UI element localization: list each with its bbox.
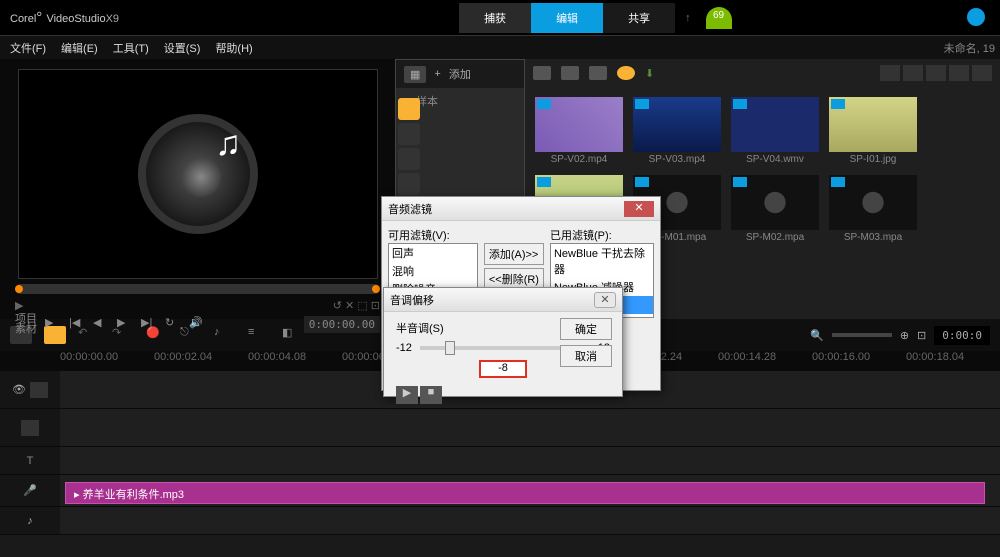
repeat-button[interactable]: ↻ (165, 316, 181, 332)
next-button[interactable]: ▶ (117, 316, 133, 332)
slider-min: -12 (396, 342, 412, 354)
upload-icon[interactable]: ↑ (685, 12, 691, 24)
track-music: ♪ (0, 507, 1000, 535)
menu-bar: 文件(F) 编辑(E) 工具(T) 设置(S) 帮助(H) (0, 35, 1000, 59)
music-note-icon: ♫ (215, 124, 241, 164)
tab-capture[interactable]: 捕获 (459, 3, 531, 33)
preview-viewport[interactable]: ♫ (18, 69, 378, 279)
view-list-icon[interactable] (880, 65, 900, 81)
tab-share[interactable]: 共享 (603, 3, 675, 33)
filter-folder-icon[interactable] (533, 66, 551, 80)
end-button[interactable]: ▶| (141, 316, 157, 332)
available-filters-label: 可用滤镜(V): (388, 227, 478, 243)
ok-button[interactable]: 确定 (560, 318, 612, 340)
app-logo: Corel° VideoStudioX9 (10, 9, 119, 26)
preview-panel: ♫ ▶ ↺ ✕ ⬚ ⊡ 项目 素材 ▶ |◀ ◀ ▶ ▶| ↻ 🔊 0:00:0… (0, 59, 395, 319)
eye-icon[interactable]: 👁 (12, 383, 26, 396)
mark-in-icon[interactable]: ▶ (15, 299, 23, 312)
project-name: 未命名, 19 (944, 40, 995, 56)
stop-preview-icon[interactable]: ■ (420, 386, 442, 404)
title-track-icon[interactable]: T (27, 455, 34, 467)
audio-clip[interactable]: ▸ 养羊业有利条件.mp3 (65, 482, 985, 504)
show-hide-icon[interactable] (949, 65, 969, 81)
add-filter-button[interactable]: 添加(A)>> (484, 243, 544, 265)
music-track-body[interactable] (60, 507, 1000, 534)
close-icon[interactable]: ✕ (624, 201, 654, 217)
add-folder-label[interactable]: 添加 (449, 66, 471, 82)
mode-clip[interactable]: 素材 (15, 324, 37, 334)
play-preview-icon[interactable]: ▶ (396, 386, 418, 404)
filter-video-icon[interactable] (561, 66, 579, 80)
track-voice: 🎤 ▸ 养羊业有利条件.mp3 (0, 475, 1000, 507)
voice-track-body[interactable]: ▸ 养羊业有利条件.mp3 (60, 475, 1000, 506)
menu-edit[interactable]: 编辑(E) (61, 40, 98, 56)
volume-button[interactable]: 🔊 (189, 316, 205, 332)
timeline-timecode[interactable]: 0:00:0 (934, 326, 990, 345)
overlay-track-body[interactable] (60, 409, 1000, 446)
add-folder-icon[interactable]: + (434, 68, 440, 80)
menu-tools[interactable]: 工具(T) (113, 40, 149, 56)
zoom-out-icon[interactable]: 🔍 (810, 329, 824, 342)
home-button[interactable]: |◀ (69, 316, 85, 332)
semitone-value[interactable]: -8 (479, 360, 527, 378)
library-thumb[interactable]: SP-M03.mpa (829, 175, 917, 243)
transport-controls: 项目 素材 ▶ |◀ ◀ ▶ ▶| ↻ 🔊 0:00:00.00 (5, 312, 390, 336)
scrub-bar[interactable] (15, 284, 380, 294)
library-thumb[interactable]: SP-V04.wmv (731, 97, 819, 165)
graphic-tab-icon[interactable] (398, 173, 420, 195)
media-tab-icon[interactable] (398, 98, 420, 120)
library-toolbar: ⬇ (525, 59, 1000, 87)
transition-tab-icon[interactable] (398, 123, 420, 145)
folder-tab-icon[interactable]: ▦ (404, 66, 426, 83)
notification-badge[interactable]: 69 (706, 7, 732, 29)
used-filters-label: 已用滤镜(P): (550, 227, 654, 243)
library-thumb[interactable]: SP-V02.mp4 (535, 97, 623, 165)
zoom-slider[interactable] (832, 333, 892, 337)
globe-icon[interactable] (967, 8, 985, 26)
play-button[interactable]: ▶ (45, 316, 61, 332)
dialog-title: 音频滤镜 (388, 201, 432, 217)
track-overlay (0, 409, 1000, 447)
sort-icon[interactable] (926, 65, 946, 81)
timecode[interactable]: 0:00:00.00 (304, 316, 380, 333)
track-title: T (0, 447, 1000, 475)
cancel-button[interactable]: 取消 (560, 345, 612, 367)
music-track-icon[interactable]: ♪ (27, 515, 33, 527)
menu-settings[interactable]: 设置(S) (164, 40, 201, 56)
prev-button[interactable]: ◀ (93, 316, 109, 332)
library-thumb[interactable]: SP-M02.mpa (731, 175, 819, 243)
close-icon[interactable]: ✕ (594, 292, 616, 308)
fit-icon[interactable]: ⊡ (917, 329, 926, 342)
filter-image-icon[interactable] (589, 66, 607, 80)
video-track-icon[interactable] (30, 382, 48, 398)
dialog2-title-bar[interactable]: 音调偏移 ✕ (384, 288, 622, 312)
filter-audio-icon[interactable] (617, 66, 635, 80)
dialog-title-bar[interactable]: 音频滤镜 ✕ (382, 197, 660, 221)
library-thumb[interactable]: SP-V03.mp4 (633, 97, 721, 165)
dialog2-title: 音调偏移 (390, 292, 434, 308)
voice-track-icon[interactable]: 🎤 (23, 484, 37, 497)
menu-help[interactable]: 帮助(H) (215, 40, 252, 56)
pitch-shift-dialog: 音调偏移 ✕ 半音调(S) -12 12 -8 ▶ ■ 确定 取消 (383, 287, 623, 397)
mark-actions[interactable]: ↺ ✕ ⬚ ⊡ (333, 299, 380, 312)
filter-free-icon[interactable]: ⬇ (645, 67, 654, 80)
library-thumb[interactable]: SP-I01.jpg (829, 97, 917, 165)
title-tab-icon[interactable] (398, 148, 420, 170)
overlay-track-icon[interactable] (21, 420, 39, 436)
view-grid-icon[interactable] (903, 65, 923, 81)
title-bar: Corel° VideoStudioX9 捕获 编辑 共享 ↑ 69 (0, 0, 1000, 35)
tab-edit[interactable]: 编辑 (531, 3, 603, 33)
top-tabs: 捕获 编辑 共享 (459, 3, 675, 33)
menu-file[interactable]: 文件(F) (10, 40, 46, 56)
collapse-icon[interactable] (972, 65, 992, 81)
title-track-body[interactable] (60, 447, 1000, 474)
zoom-in-icon[interactable]: ⊕ (900, 329, 909, 342)
